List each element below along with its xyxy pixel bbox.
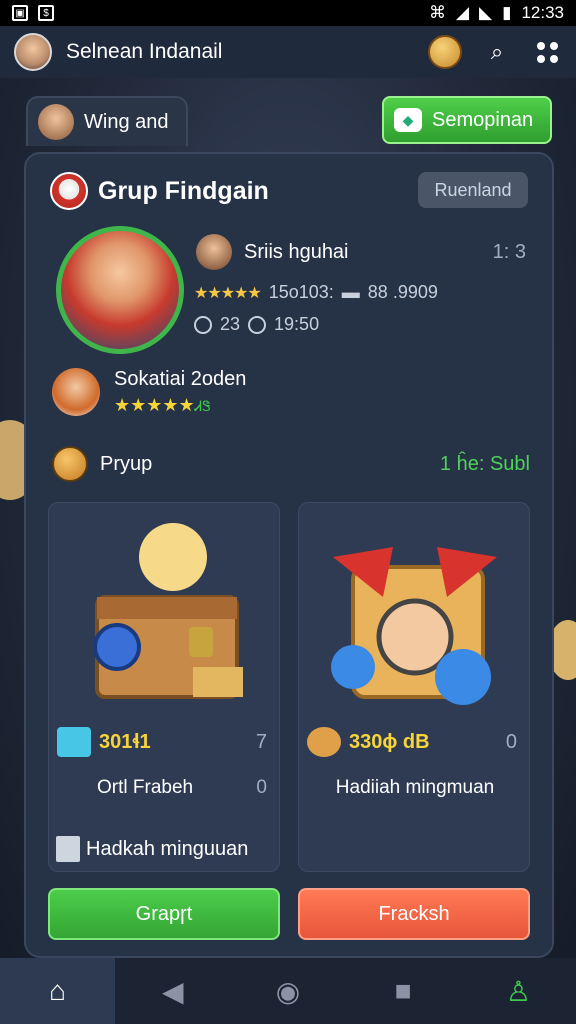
status-bar: ▣ $ ⌘ ◢ ◣ ▮ 12:33 — [0, 0, 576, 26]
cookie-icon — [307, 727, 341, 757]
card1-label-value: 0 — [256, 777, 267, 798]
card1-label: Ortl Frabeh — [97, 777, 194, 798]
player-chip[interactable]: Wing and — [26, 96, 188, 146]
home-icon[interactable]: ⌂ — [0, 958, 116, 1024]
panel-title: Grup Findgain — [98, 176, 269, 205]
member-name: Sokatiai 2oden — [114, 368, 247, 390]
clock-icon — [194, 315, 212, 334]
reward-card-chest[interactable]: 301ɬ1 7 Ortl Frabeh 0 — [48, 502, 280, 872]
search-icon[interactable]: ⌕ — [482, 37, 512, 67]
stat-text: 88 .9909 — [367, 282, 438, 302]
group-panel: Grup Findgain Ruenland Sriis hguhai 1: 3… — [24, 152, 554, 958]
app-title: Selnean Indanail — [66, 40, 223, 63]
document-icon — [56, 836, 80, 862]
controller-icon: ▬ — [341, 282, 360, 302]
back-icon[interactable]: ◀ — [115, 958, 230, 1024]
red-button-label: Fracksh — [378, 902, 450, 925]
pryup-row[interactable]: Pryup 1 ĥe: Subl — [52, 446, 530, 482]
group-icon — [50, 172, 88, 210]
ticket-icon — [57, 727, 91, 757]
game-controller-icon: ◆ — [394, 108, 422, 132]
player-avatar — [38, 104, 74, 140]
home-circle-icon[interactable]: ◉ — [230, 958, 345, 1024]
rating-stars-icon: ★★★★★ — [194, 284, 262, 302]
green-button-label: Grapɼt — [135, 902, 193, 925]
profile-name: Sriis hguhai — [244, 240, 349, 263]
gift-box-icon — [331, 547, 497, 705]
status-time: 12:33 — [521, 3, 564, 22]
recents-icon[interactable]: ■ — [346, 958, 461, 1024]
profile-score: 1: 3 — [492, 240, 526, 263]
profile-mini-avatar — [196, 234, 232, 270]
green-action-button[interactable]: Grapɼt — [48, 888, 280, 940]
level-text: 23 — [220, 314, 241, 334]
bottom-nav: ⌂ ◀ ◉ ■ ♙ — [0, 958, 576, 1024]
avatar[interactable] — [14, 33, 52, 71]
card2-count: 0 — [505, 730, 517, 753]
card-footer[interactable]: Hadkah minguuan — [56, 836, 248, 862]
reward-card-gift[interactable]: 330ɸ dB 0 Hadiiah mingmuan — [298, 502, 530, 872]
pryup-label: Pryup — [100, 452, 153, 475]
gallery-icon: ▣ — [12, 5, 28, 21]
card2-amount: 330ɸ dB — [349, 730, 430, 753]
lightning-icon — [52, 446, 88, 482]
semopinan-label: Semopinan — [432, 108, 534, 131]
notification-icon: $ — [38, 5, 54, 21]
ruenland-badge[interactable]: Ruenland — [418, 172, 528, 208]
red-action-button[interactable]: Fracksh — [298, 888, 530, 940]
card1-count: 7 — [255, 730, 267, 753]
semopinan-button[interactable]: ◆ Semopinan — [382, 96, 552, 144]
card2-label: Hadiiah mingmuan — [335, 777, 495, 798]
menu-dots-icon[interactable] — [532, 37, 562, 67]
coin-icon[interactable] — [428, 35, 462, 69]
player-chip-label: Wing and — [84, 110, 169, 133]
pryup-value: 1 ĥe: Subl — [439, 452, 530, 475]
profile-avatar[interactable] — [56, 226, 184, 354]
card1-amount: 301ɬ1 — [99, 730, 151, 753]
battery-icon: ▮ — [502, 3, 512, 22]
member-stars: ★★★★★ᏗᏕ — [114, 395, 211, 415]
user-icon[interactable]: ♙ — [461, 958, 576, 1024]
time-text: 19:50 — [274, 314, 320, 334]
timer-icon — [248, 315, 267, 334]
card-footer-label: Hadkah minguuan — [86, 837, 249, 860]
member-avatar[interactable] — [52, 368, 100, 416]
wifi-icon: ◢ — [455, 3, 470, 22]
vibrate-icon: ⌘ — [428, 3, 446, 22]
app-bar: Selnean Indanail ⌕ — [0, 26, 576, 78]
rating-text: 15o103: — [268, 282, 334, 302]
signal-icon: ◣ — [479, 3, 493, 22]
treasure-chest-icon — [93, 523, 243, 699]
